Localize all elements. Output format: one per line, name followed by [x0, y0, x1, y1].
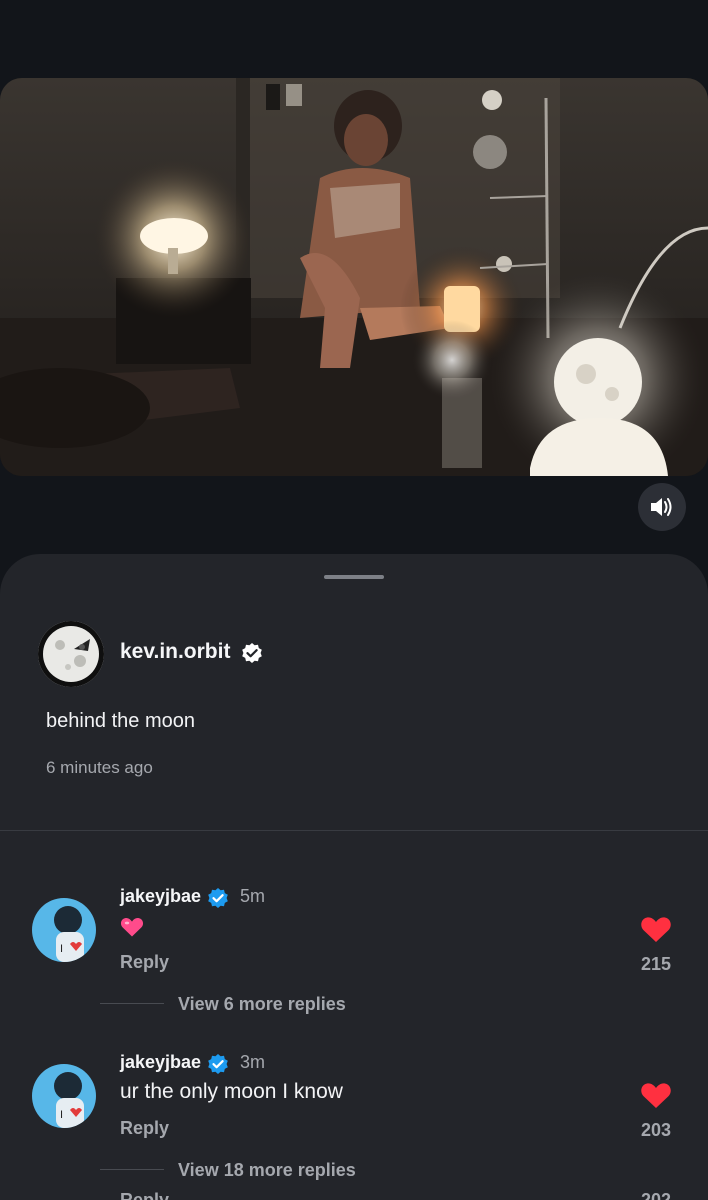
comment-username[interactable]: jakeyjbae — [120, 886, 201, 907]
comment-username[interactable]: jakeyjbae — [120, 1052, 201, 1073]
post-timestamp: 6 minutes ago — [46, 758, 153, 777]
like-count: 202 — [640, 1190, 672, 1200]
video-frame — [0, 78, 708, 476]
comment-time: 5m — [240, 886, 266, 906]
replies-connector-line — [100, 1169, 164, 1170]
comment-text: ur the only moon I know — [120, 1080, 343, 1103]
replies-connector-line — [100, 1003, 164, 1004]
heart-like-icon[interactable] — [640, 914, 672, 944]
svg-text:I: I — [60, 1109, 63, 1121]
comment-item: I jakeyjbae 5m Reply 215 — [0, 884, 708, 1014]
speaker-volume-icon — [651, 498, 672, 516]
view-more-replies-button[interactable]: View 6 more replies — [178, 994, 346, 1015]
reply-button[interactable]: Reply — [120, 1190, 169, 1200]
verified-badge-icon — [242, 643, 262, 663]
post-caption: behind the moon — [46, 710, 196, 732]
drag-handle[interactable] — [324, 575, 384, 579]
author-username[interactable]: kev.in.orbit — [120, 640, 230, 664]
section-divider — [0, 830, 708, 831]
svg-text:I: I — [60, 943, 63, 955]
reply-button[interactable]: Reply — [120, 952, 169, 973]
commenter-photo-image: I — [32, 898, 96, 962]
heart-like-icon[interactable] — [640, 1080, 672, 1110]
mute-button[interactable] — [638, 483, 686, 531]
comment-time: 3m — [240, 1052, 266, 1072]
reply-button[interactable]: Reply — [120, 1118, 169, 1139]
moon-face-avatar-image — [38, 621, 104, 687]
author-avatar[interactable] — [38, 621, 104, 687]
commenter-avatar[interactable]: I — [32, 898, 96, 962]
comments-sheet: kev.in.orbit behind the moon 6 minutes a… — [0, 554, 708, 1200]
view-more-replies-button[interactable]: View 18 more replies — [178, 1160, 356, 1181]
pink-heart-emoji — [120, 918, 144, 937]
video-player[interactable] — [0, 78, 708, 476]
verified-badge-icon — [208, 1054, 228, 1074]
commenter-photo-image: I — [32, 1064, 96, 1128]
like-count: 203 — [640, 1120, 672, 1140]
commenter-avatar[interactable]: I — [32, 1064, 96, 1128]
like-count: 215 — [640, 954, 672, 974]
verified-badge-icon — [208, 888, 228, 908]
